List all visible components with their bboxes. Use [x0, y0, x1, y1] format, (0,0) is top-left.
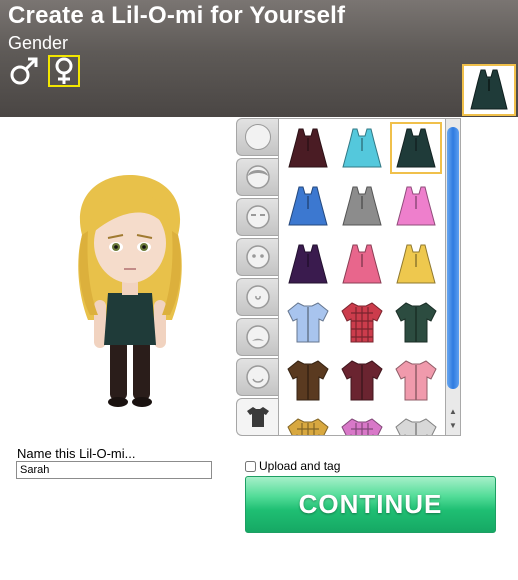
shirt-icon: [395, 418, 437, 435]
clothing-item[interactable]: [390, 180, 442, 232]
upload-and-tag-option[interactable]: Upload and tag: [245, 459, 340, 473]
tab-mouth[interactable]: [236, 358, 278, 396]
tank-top-icon: [342, 128, 382, 168]
clothing-item[interactable]: [390, 296, 442, 348]
tank-top-icon: [288, 186, 328, 226]
tab-nose[interactable]: [236, 278, 278, 316]
clothing-item[interactable]: [282, 238, 334, 290]
clothing-item[interactable]: [282, 122, 334, 174]
clothing-item[interactable]: [336, 122, 388, 174]
female-gender-button[interactable]: [48, 55, 80, 87]
avatar-preview: [78, 175, 182, 407]
page-title: Create a Lil-O-mi for Yourself: [8, 2, 346, 29]
blank-face-icon: [244, 124, 271, 150]
male-gender-button[interactable]: [8, 55, 40, 87]
clothing-item[interactable]: [336, 354, 388, 406]
clothing-item[interactable]: [336, 180, 388, 232]
clothing-item[interactable]: [282, 412, 334, 435]
grid-scrollbar[interactable]: ▲ ▼: [445, 118, 461, 436]
female-symbol-icon: [55, 57, 73, 84]
clothing-item[interactable]: [336, 296, 388, 348]
name-input[interactable]: [16, 461, 212, 479]
clothing-item[interactable]: [390, 238, 442, 290]
hair-icon: [245, 165, 270, 189]
gender-label: Gender: [8, 33, 69, 53]
shirt-icon: [287, 302, 329, 343]
clothing-grid: [278, 118, 445, 436]
nose-icon: [245, 285, 270, 309]
facial-hair-icon: [245, 325, 270, 349]
clothing-item[interactable]: [336, 238, 388, 290]
scroll-thumb[interactable]: [447, 127, 459, 389]
tab-eyebrows[interactable]: [236, 198, 278, 236]
tank-top-icon: [396, 186, 436, 226]
clothing-item[interactable]: [390, 122, 442, 174]
shirt-icon: [287, 360, 329, 401]
upload-checkbox[interactable]: [245, 460, 256, 472]
tank-top-icon: [288, 128, 328, 168]
tank-top-icon: [342, 186, 382, 226]
tank-top-icon: [396, 128, 436, 168]
male-symbol-icon: [10, 57, 38, 85]
shirt-icon: [246, 407, 269, 427]
clothing-item[interactable]: [336, 412, 388, 435]
dark-green-top-icon: [470, 69, 508, 110]
tank-top-icon: [342, 244, 382, 284]
tank-top-icon: [396, 244, 436, 284]
continue-button[interactable]: CONTINUE: [245, 476, 496, 533]
mouth-icon: [245, 365, 270, 389]
shirt-icon: [395, 302, 437, 343]
scroll-down-arrow[interactable]: ▼: [448, 421, 458, 430]
shirt-icon: [341, 418, 383, 435]
shirt-icon: [341, 360, 383, 401]
name-label: Name this Lil-O-mi...: [17, 446, 136, 461]
eyes-icon: [245, 245, 270, 269]
tab-clothing[interactable]: [236, 398, 278, 436]
header-bar: Create a Lil-O-mi for Yourself Gender: [0, 0, 518, 117]
clothing-item[interactable]: [282, 180, 334, 232]
tab-eyes[interactable]: [236, 238, 278, 276]
tab-hair[interactable]: [236, 158, 278, 196]
shirt-icon: [395, 360, 437, 401]
clothing-item[interactable]: [282, 354, 334, 406]
scroll-up-arrow[interactable]: ▲: [448, 407, 458, 416]
tank-top-icon: [288, 244, 328, 284]
clothing-item[interactable]: [282, 296, 334, 348]
shirt-icon: [341, 302, 383, 343]
clothing-item[interactable]: [390, 412, 442, 435]
tab-face-shape[interactable]: [236, 118, 278, 156]
tab-facial-hair[interactable]: [236, 318, 278, 356]
eyebrows-icon: [245, 205, 270, 229]
shirt-icon: [287, 418, 329, 435]
clothing-item[interactable]: [390, 354, 442, 406]
current-clothing-preview: [462, 64, 516, 116]
upload-label: Upload and tag: [259, 459, 341, 473]
